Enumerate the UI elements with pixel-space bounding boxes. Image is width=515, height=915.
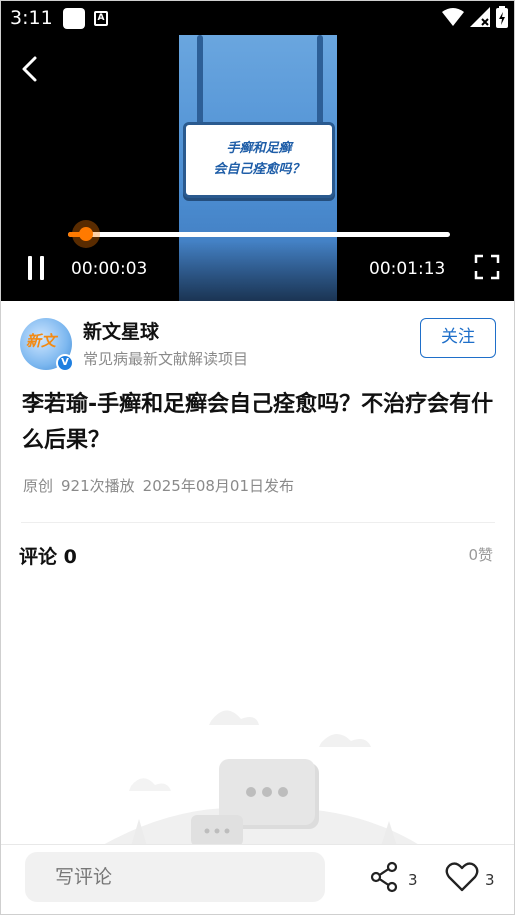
share-icon[interactable] bbox=[369, 861, 401, 893]
progress-thumb[interactable] bbox=[71, 220, 100, 248]
back-arrow-icon[interactable] bbox=[15, 53, 47, 85]
section-divider bbox=[21, 522, 495, 523]
progress-bar[interactable] bbox=[68, 232, 450, 237]
status-time: 3:11 bbox=[10, 7, 53, 29]
sign-rope-left bbox=[197, 35, 203, 127]
comment-input[interactable]: 写评论 bbox=[25, 852, 325, 902]
heart-icon[interactable] bbox=[445, 860, 479, 894]
current-time: 00:00:03 bbox=[71, 259, 148, 279]
meta-original: 原创 bbox=[23, 477, 54, 495]
battery-icon bbox=[496, 6, 508, 28]
video-title: 李若瑜-手癣和足癣会自己痊愈吗？不治疗会有什么后果？ bbox=[22, 392, 494, 453]
sign-text-line2: 会自己痊愈吗？ bbox=[213, 162, 305, 177]
comments-heading: 评论 0 bbox=[19, 546, 77, 568]
pause-bar-right bbox=[40, 256, 44, 280]
video-meta: 原创 921次播放 2025年08月01日发布 bbox=[23, 475, 294, 496]
likes-count: 0赞 bbox=[468, 546, 493, 564]
video-player[interactable]: 手癣和足癣 会自己痊愈吗？ 00:00:03 00:01:13 bbox=[1, 35, 514, 301]
status-bar: 3:11 A bbox=[1, 1, 514, 35]
bottom-action-bar: 写评论 3 3 bbox=[1, 844, 514, 914]
like-count: 3 bbox=[485, 871, 495, 889]
sign-text-line1: 手癣和足癣 bbox=[226, 141, 292, 156]
meta-play-count: 921次播放 bbox=[61, 477, 135, 495]
verified-badge-icon: V bbox=[56, 354, 74, 372]
share-count: 3 bbox=[408, 871, 418, 889]
notification-square-icon bbox=[63, 8, 85, 29]
wifi-icon bbox=[442, 8, 464, 26]
author-description: 常见病最新文献解读项目 bbox=[83, 350, 249, 368]
follow-button[interactable]: 关注 bbox=[420, 318, 496, 358]
pause-bar-left bbox=[28, 256, 32, 280]
status-left-icons: A bbox=[63, 8, 108, 29]
empty-comments-illustration bbox=[101, 710, 421, 846]
signal-icon bbox=[470, 7, 490, 27]
avatar-logo-text: 新文 bbox=[26, 332, 57, 350]
author-avatar[interactable]: 新文 V bbox=[20, 318, 74, 372]
status-right-icons bbox=[442, 6, 508, 28]
sign-rope-right bbox=[317, 35, 323, 127]
fullscreen-icon[interactable] bbox=[473, 253, 501, 281]
font-a-icon: A bbox=[94, 11, 108, 26]
total-time: 00:01:13 bbox=[369, 259, 446, 279]
pause-button[interactable] bbox=[23, 254, 49, 282]
app-screen: 3:11 A 手癣和足癣 会自己痊愈吗？ 00:00:03 00:01:13 新… bbox=[0, 0, 515, 915]
author-name[interactable]: 新文星球 bbox=[83, 317, 159, 344]
video-sign: 手癣和足癣 会自己痊愈吗？ bbox=[183, 122, 335, 198]
meta-publish-date: 2025年08月01日发布 bbox=[142, 477, 295, 495]
